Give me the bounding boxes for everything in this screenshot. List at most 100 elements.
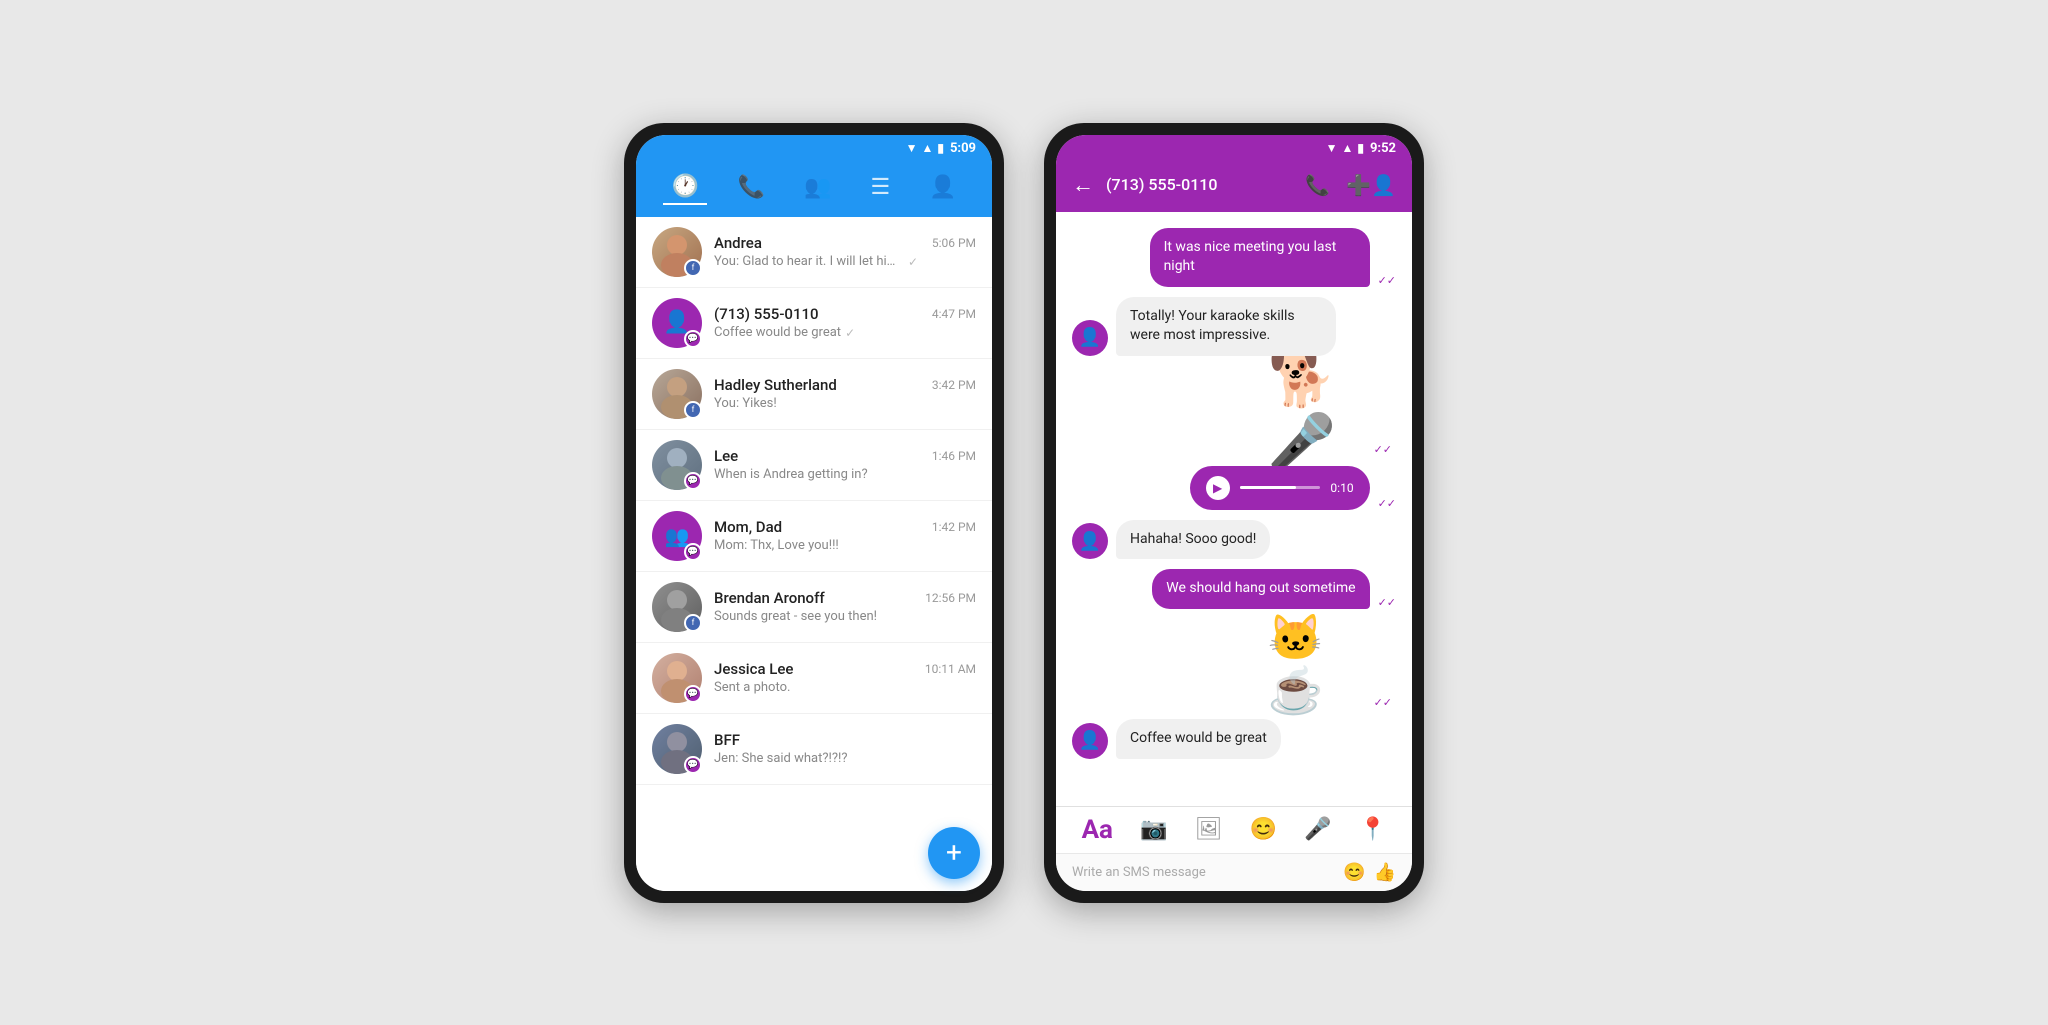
contact-item-lee[interactable]: 💬 Lee 1:46 PM When is Andrea getting in? [636,430,992,501]
status-icons-2: ▼ ▲ ▮ [1326,141,1364,155]
contact-list: f Andrea 5:06 PM You: Glad to hear it. I… [636,217,992,891]
badge-hadley: f [684,401,702,419]
contact-preview-text-lee: When is Andrea getting in? [714,467,868,482]
bubble-sent-1: It was nice meeting you last night [1150,228,1370,287]
chat-title: (713) 555-0110 [1106,175,1293,194]
signal-icon-2: ▲ [1341,141,1353,155]
sms-thumbsup-icon[interactable]: 👍 [1374,862,1396,883]
contact-preview-brendan: Sounds great - see you then! [714,609,976,624]
sms-emoji-icon[interactable]: 😊 [1343,862,1365,883]
check-andrea: ✓ [908,255,918,269]
contact-preview-lee: When is Andrea getting in? [714,467,976,482]
contact-name-bff: BFF [714,731,740,749]
contact-item-bff[interactable]: 💬 BFF Jen: She said what?!?!? [636,714,992,785]
badge-momdad: 💬 [684,543,702,561]
contact-time-lee: 1:46 PM [932,449,976,463]
input-image-icon[interactable]: 🖼 [1195,817,1223,842]
contact-preview-713: Coffee would be great ✓ [714,325,976,340]
contact-name-momdad: Mom, Dad [714,518,782,536]
contact-info-andrea: Andrea 5:06 PM You: Glad to hear it. I w… [714,234,976,269]
contact-preview-text-jessica: Sent a photo. [714,680,790,695]
back-button[interactable]: ← [1072,172,1094,198]
sms-input-placeholder[interactable]: Write an SMS message [1072,865,1335,880]
input-emoji-icon[interactable]: 😊 [1250,817,1277,842]
phone-chat: ▼ ▲ ▮ 9:52 ← (713) 555-0110 📞 ➕👤 It was … [1044,123,1424,903]
chat-header: ← (713) 555-0110 📞 ➕👤 [1056,162,1412,212]
play-button[interactable]: ▶ [1206,476,1230,500]
tab-phone[interactable]: 📞 [730,171,773,204]
contact-info-hadley: Hadley Sutherland 3:42 PM You: Yikes! [714,376,976,411]
tab-account[interactable]: 👤 [921,171,964,204]
input-location-icon[interactable]: 📍 [1359,817,1386,842]
contact-item-brendan[interactable]: f Brendan Aronoff 12:56 PM Sounds great … [636,572,992,643]
battery-icon-2: ▮ [1357,141,1364,155]
call-icon[interactable]: 📞 [1305,173,1330,197]
contact-name-row-brendan: Brendan Aronoff 12:56 PM [714,589,976,607]
avatar-wrap-jessica: 💬 [652,653,702,703]
badge-andrea: f [684,259,702,277]
tab-menu[interactable]: ☰ [862,171,898,204]
contact-item-hadley[interactable]: f Hadley Sutherland 3:42 PM You: Yikes! [636,359,992,430]
sticker-row-1: 🐕🎤 ✓✓ [1072,366,1396,456]
contact-item-jessica[interactable]: 💬 Jessica Lee 10:11 AM Sent a photo. [636,643,992,714]
phone-screen-chat: ▼ ▲ ▮ 9:52 ← (713) 555-0110 📞 ➕👤 It was … [1056,135,1412,891]
wifi-icon-2: ▼ [1326,141,1338,155]
contact-preview-momdad: Mom: Thx, Love you!!! [714,538,976,553]
contact-item-713[interactable]: 👤 💬 (713) 555-0110 4:47 PM Coffee would … [636,288,992,359]
msg-check-sticker-1: ✓✓ [1374,443,1392,456]
contact-time-brendan: 12:56 PM [925,591,976,605]
contact-info-momdad: Mom, Dad 1:42 PM Mom: Thx, Love you!!! [714,518,976,553]
msg-check-sent-2: ✓✓ [1378,596,1396,609]
avatar-wrap-hadley: f [652,369,702,419]
phone-contacts: ▼ ▲ ▮ 5:09 🕐 📞 👥 ☰ 👤 f [624,123,1004,903]
contact-name-row-hadley: Hadley Sutherland 3:42 PM [714,376,976,394]
contact-name-row-bff: BFF [714,731,976,749]
msg-row-sent-1: It was nice meeting you last night ✓✓ [1072,228,1396,287]
avatar-wrap-brendan: f [652,582,702,632]
contact-info-bff: BFF Jen: She said what?!?!? [714,731,976,766]
msg-avatar-recv-1: 👤 [1072,320,1108,356]
contact-item-momdad[interactable]: 👥 💬 Mom, Dad 1:42 PM Mom: Thx, Love you!… [636,501,992,572]
contact-time-momdad: 1:42 PM [932,520,976,534]
badge-lee: 💬 [684,472,702,490]
chat-input-bar: Aa 📷 🖼 😊 🎤 📍 [1056,806,1412,853]
bubble-sent-2: We should hang out sometime [1152,569,1369,609]
status-bar-1: ▼ ▲ ▮ 5:09 [636,135,992,162]
add-contact-icon[interactable]: ➕👤 [1346,173,1396,197]
msg-row-sent-2: We should hang out sometime ✓✓ [1072,569,1396,609]
tab-recent[interactable]: 🕐 [663,170,706,205]
sticker-coffee: 🐱☕ [1268,619,1368,709]
contact-preview-jessica: Sent a photo. [714,680,976,695]
sticker-karaoke: 🐕🎤 [1268,366,1368,456]
input-mic-icon[interactable]: 🎤 [1304,817,1331,842]
tab-contacts[interactable]: 👥 [796,171,839,204]
contact-preview-text-hadley: You: Yikes! [714,396,777,411]
header-icons: 📞 ➕👤 [1305,173,1396,197]
phone-screen-contacts: ▼ ▲ ▮ 5:09 🕐 📞 👥 ☰ 👤 f [636,135,992,891]
msg-row-recv-3: 👤 Coffee would be great [1072,719,1396,759]
avatar-wrap-lee: 💬 [652,440,702,490]
contact-name-row-lee: Lee 1:46 PM [714,447,976,465]
tab-bar-1: 🕐 📞 👥 ☰ 👤 [636,162,992,217]
sms-bar: Write an SMS message 😊 👍 [1056,853,1412,891]
audio-bubble[interactable]: ▶ 0:10 [1190,466,1370,510]
contact-preview-bff: Jen: She said what?!?!? [714,751,976,766]
contact-name-row-andrea: Andrea 5:06 PM [714,234,976,252]
input-camera-icon[interactable]: 📷 [1140,817,1167,842]
input-text-icon[interactable]: Aa [1082,815,1113,845]
contact-item-andrea[interactable]: f Andrea 5:06 PM You: Glad to hear it. I… [636,217,992,288]
fab-new-chat[interactable]: + [928,827,980,879]
contact-time-hadley: 3:42 PM [932,378,976,392]
contact-info-lee: Lee 1:46 PM When is Andrea getting in? [714,447,976,482]
bubble-recv-1: Totally! Your karaoke skills were most i… [1116,297,1336,356]
status-icons-1: ▼ ▲ ▮ [906,141,944,155]
badge-jessica: 💬 [684,685,702,703]
contact-preview-hadley: You: Yikes! [714,396,976,411]
contact-preview-text-bff: Jen: She said what?!?!? [714,751,848,766]
sticker-row-2: 🐱☕ ✓✓ [1072,619,1396,709]
contact-name-row-jessica: Jessica Lee 10:11 AM [714,660,976,678]
contact-preview-andrea: You: Glad to hear it. I will let him kno… [714,254,976,269]
contact-info-jessica: Jessica Lee 10:11 AM Sent a photo. [714,660,976,695]
contact-time-713: 4:47 PM [932,307,976,321]
avatar-wrap-andrea: f [652,227,702,277]
